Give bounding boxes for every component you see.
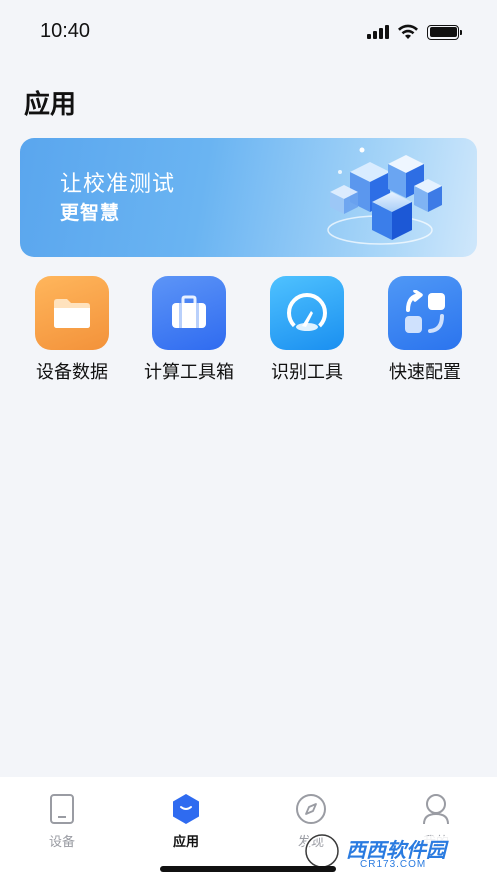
config-icon bbox=[388, 276, 462, 350]
banner-headline: 让校准测试 bbox=[60, 171, 176, 196]
app-quick-config[interactable]: 快速配置 bbox=[370, 276, 480, 386]
compass-icon bbox=[295, 793, 327, 825]
briefcase-icon bbox=[152, 276, 226, 350]
app-calc-toolbox[interactable]: 计算工具箱 bbox=[134, 276, 244, 386]
status-time: 10:40 bbox=[40, 20, 91, 42]
promo-banner[interactable]: 让校准测试 更智慧 bbox=[20, 138, 477, 257]
banner-subheadline: 更智慧 bbox=[60, 203, 121, 224]
device-icon bbox=[46, 793, 78, 825]
wifi-icon bbox=[398, 24, 418, 39]
status-bar: 10:40 bbox=[0, 0, 497, 62]
app-icon bbox=[170, 793, 202, 825]
page-title: 应用 bbox=[24, 89, 77, 119]
home-indicator bbox=[160, 866, 336, 872]
tab-device[interactable]: 设备 bbox=[22, 793, 102, 850]
folder-icon bbox=[35, 276, 109, 350]
app-label: 快速配置 bbox=[389, 362, 461, 382]
app-label: 设备数据 bbox=[36, 362, 108, 382]
app-recognition-tool[interactable]: 识别工具 bbox=[252, 276, 362, 386]
app-label: 识别工具 bbox=[271, 362, 343, 382]
app-label: 计算工具箱 bbox=[144, 362, 234, 382]
tab-apps[interactable]: 应用 bbox=[146, 793, 226, 850]
user-icon bbox=[420, 793, 452, 825]
watermark-subtext: CR173.COM bbox=[360, 859, 427, 870]
tab-label: 设备 bbox=[48, 834, 75, 849]
app-device-data[interactable]: 设备数据 bbox=[17, 276, 127, 386]
cellular-signal-icon bbox=[367, 25, 389, 39]
app-grid: 设备数据 计算工具箱 识别工具 快速配置 bbox=[0, 276, 497, 386]
tab-label: 应用 bbox=[172, 834, 199, 849]
cube-illustration-icon bbox=[327, 147, 442, 245]
status-icons bbox=[367, 24, 462, 40]
gauge-icon bbox=[270, 276, 344, 350]
battery-icon bbox=[427, 24, 462, 40]
